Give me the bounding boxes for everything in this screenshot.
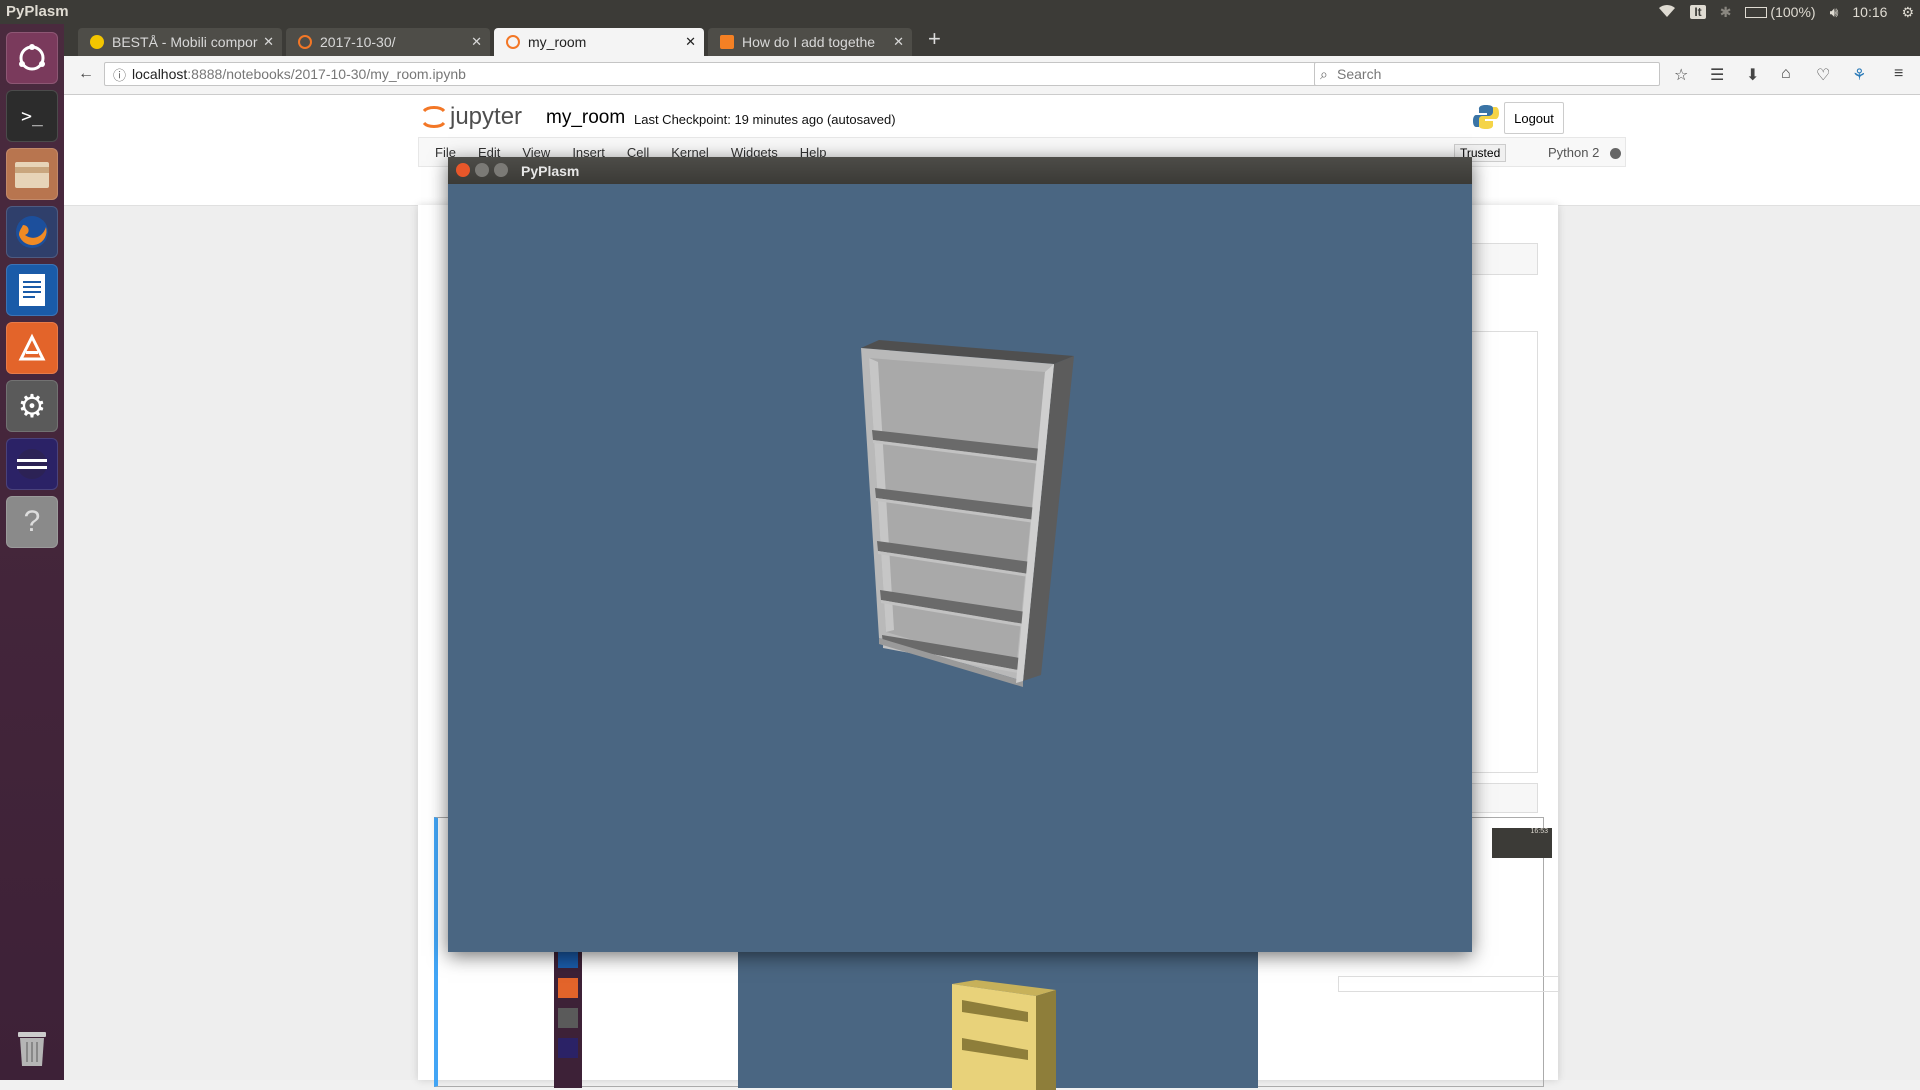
eclipse-icon[interactable] bbox=[6, 438, 58, 490]
close-window-icon[interactable] bbox=[456, 163, 470, 177]
tab-my-room[interactable]: my_room ✕ bbox=[494, 28, 704, 56]
notebook-name[interactable]: my_room bbox=[546, 107, 625, 129]
eclipse-icon bbox=[558, 1038, 578, 1058]
clock[interactable]: 10:16 bbox=[1852, 4, 1887, 20]
home-icon[interactable]: ⌂ bbox=[1781, 65, 1791, 83]
tab-directory[interactable]: 2017-10-30/ ✕ bbox=[286, 28, 490, 56]
maximize-window-icon[interactable] bbox=[494, 163, 508, 177]
search-input[interactable]: ⌕ Search bbox=[1314, 62, 1660, 86]
software-center-icon bbox=[558, 978, 578, 998]
tab-label: 2017-10-30/ bbox=[320, 34, 396, 50]
close-icon[interactable]: ✕ bbox=[685, 34, 696, 50]
search-icon: ⌕ bbox=[1320, 66, 1328, 82]
volume-icon[interactable]: 🔊︎ bbox=[1830, 4, 1839, 21]
browser-navbar: ← ⓘ localhost:8888/notebooks/2017-10-30/… bbox=[64, 56, 1920, 95]
back-arrow-icon[interactable]: ← bbox=[78, 65, 94, 83]
system-settings-icon[interactable]: ⚙ bbox=[6, 380, 58, 432]
ikea-favicon-icon bbox=[90, 35, 104, 49]
logout-button[interactable]: Logout bbox=[1504, 102, 1564, 134]
browser-tab-strip: BESTÅ - Mobili compor ✕ 2017-10-30/ ✕ my… bbox=[64, 24, 1920, 56]
tab-label: BESTÅ - Mobili compor bbox=[112, 34, 258, 50]
pyplasm-titlebar[interactable]: PyPlasm bbox=[448, 157, 1472, 184]
tab-stackoverflow[interactable]: How do I add togethe ✕ bbox=[708, 28, 912, 56]
reader-list-icon[interactable]: ☰ bbox=[1710, 65, 1724, 85]
tab-besta[interactable]: BESTÅ - Mobili compor ✕ bbox=[78, 28, 282, 56]
writer-icon[interactable] bbox=[6, 264, 58, 316]
jupyter-favicon-icon bbox=[506, 35, 520, 49]
help-icon[interactable]: ? bbox=[6, 496, 58, 548]
system-tray: It ✱ (100%) 🔊︎ 10:16 ⚙ bbox=[1658, 0, 1920, 24]
files-icon[interactable] bbox=[6, 148, 58, 200]
minimize-window-icon[interactable] bbox=[475, 163, 489, 177]
new-tab-button[interactable]: + bbox=[928, 26, 941, 52]
gear-icon[interactable]: ⚙ bbox=[1901, 4, 1914, 21]
stackoverflow-favicon-icon bbox=[720, 35, 734, 49]
checkpoint-status: Last Checkpoint: 19 minutes ago (autosav… bbox=[634, 112, 896, 127]
close-icon[interactable]: ✕ bbox=[471, 34, 482, 50]
extension-icon[interactable]: ⚘ bbox=[1852, 65, 1866, 85]
download-icon[interactable]: ⬇ bbox=[1746, 65, 1759, 85]
pyplasm-window-title: PyPlasm bbox=[521, 163, 580, 179]
embedded-clock: 16:53 bbox=[1530, 828, 1548, 835]
kernel-status-icon bbox=[1610, 148, 1621, 159]
terminal-icon[interactable]: >_ bbox=[6, 90, 58, 142]
close-icon[interactable]: ✕ bbox=[893, 34, 904, 50]
pyplasm-window[interactable]: PyPlasm bbox=[448, 157, 1472, 952]
bluetooth-icon[interactable]: ✱ bbox=[1720, 4, 1732, 21]
python-logo-icon bbox=[1472, 103, 1500, 136]
embedded-text-field bbox=[1338, 976, 1560, 992]
embedded-bookcase bbox=[952, 980, 1056, 1090]
firefox-icon[interactable] bbox=[6, 206, 58, 258]
url-host: localhost bbox=[132, 66, 188, 82]
active-app-title: PyPlasm bbox=[6, 3, 69, 20]
bookmark-star-icon[interactable]: ☆ bbox=[1674, 65, 1688, 85]
info-icon[interactable]: ⓘ bbox=[113, 65, 126, 84]
embedded-topbar: 16:53 bbox=[1492, 828, 1552, 858]
trash-icon[interactable] bbox=[6, 1022, 58, 1074]
jupyter-favicon-icon bbox=[298, 35, 312, 49]
code-cell-input[interactable] bbox=[1468, 243, 1538, 275]
wifi-icon[interactable] bbox=[1658, 4, 1676, 21]
jupyter-logo-icon bbox=[422, 106, 446, 128]
embedded-launcher bbox=[554, 938, 582, 1088]
battery-icon bbox=[1745, 6, 1768, 18]
jupyter-logo[interactable]: jupyter bbox=[422, 103, 522, 131]
pocket-icon[interactable]: ♡ bbox=[1816, 65, 1830, 85]
unity-launcher: >_ ⚙ ? bbox=[0, 24, 64, 1080]
jupyter-logo-text: jupyter bbox=[450, 103, 523, 130]
embedded-render-view bbox=[738, 938, 1258, 1090]
kernel-name: Python 2 bbox=[1548, 145, 1600, 160]
tab-label: How do I add togethe bbox=[742, 34, 876, 50]
close-icon[interactable]: ✕ bbox=[263, 34, 274, 50]
url-path: :8888/notebooks/2017-10-30/my_room.ipynb bbox=[187, 66, 466, 82]
battery-percent: (100%) bbox=[1770, 4, 1816, 20]
search-placeholder: Search bbox=[1337, 66, 1382, 82]
render-viewport[interactable] bbox=[448, 184, 1472, 952]
dash-icon[interactable] bbox=[6, 32, 58, 84]
software-center-icon[interactable] bbox=[6, 322, 58, 374]
code-cell-input[interactable] bbox=[1468, 783, 1538, 813]
url-bar[interactable]: ⓘ localhost:8888/notebooks/2017-10-30/my… bbox=[104, 62, 1346, 86]
system-top-panel: PyPlasm It ✱ (100%) 🔊︎ 10:16 ⚙ bbox=[0, 0, 1920, 24]
bookcase-model bbox=[861, 340, 1074, 687]
battery-indicator[interactable]: (100%) bbox=[1745, 4, 1816, 20]
keyboard-layout-indicator[interactable]: It bbox=[1690, 5, 1706, 19]
output-area bbox=[1468, 331, 1538, 773]
tab-label: my_room bbox=[528, 34, 587, 50]
system-settings-icon bbox=[558, 1008, 578, 1028]
hamburger-menu-icon[interactable]: ≡ bbox=[1894, 65, 1903, 83]
